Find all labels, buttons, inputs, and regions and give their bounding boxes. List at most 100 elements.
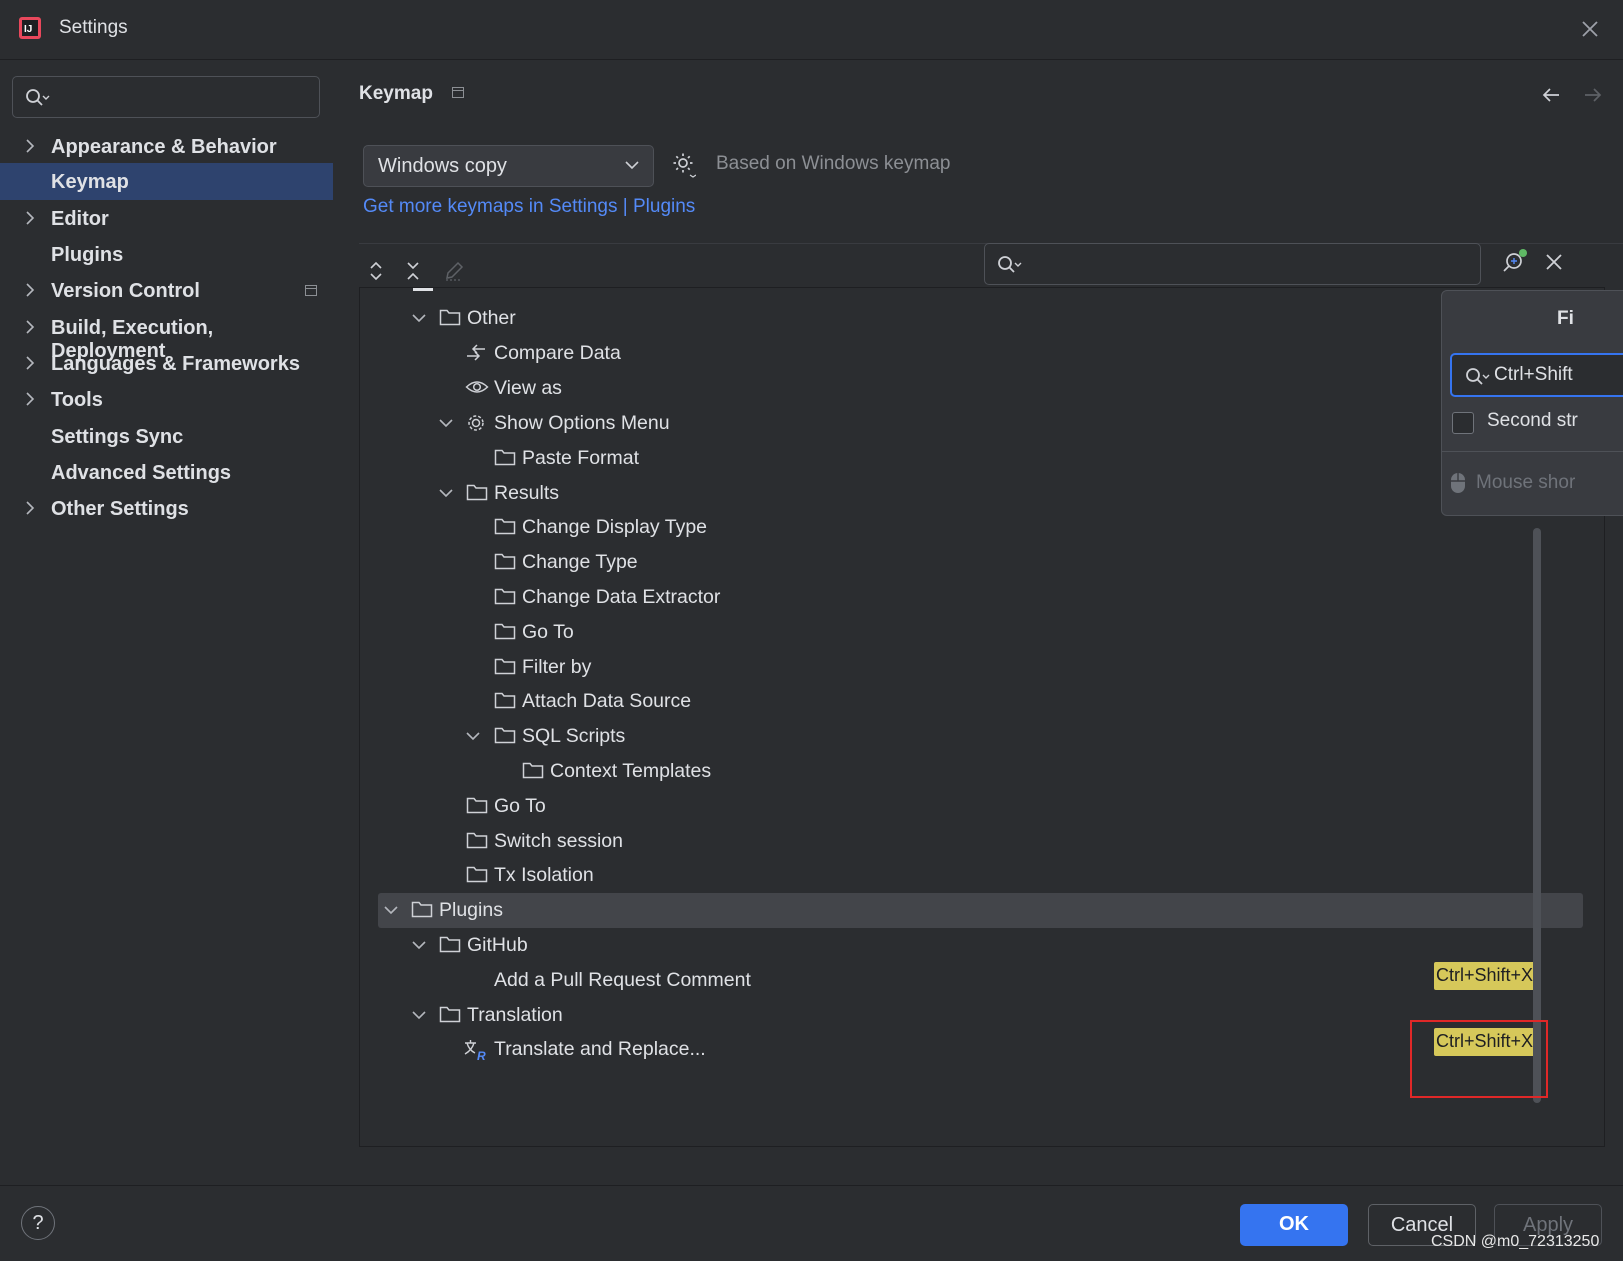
search-icon [26, 89, 50, 106]
project-settings-icon [452, 87, 464, 98]
search-icon [998, 256, 1022, 273]
folder-icon [411, 901, 433, 918]
tree-row[interactable]: Results [360, 476, 1604, 511]
sidebar-item-plugins[interactable]: Plugins [0, 236, 333, 273]
tree-row-label: Results [494, 482, 560, 504]
folder-icon [439, 1006, 461, 1023]
tree-row-label: GitHub [467, 934, 528, 956]
tree-row-label: Change Data Extractor [522, 586, 721, 608]
search-icon [1466, 368, 1490, 385]
chevron-down-icon[interactable] [384, 905, 398, 915]
tree-row[interactable]: Show Options Menu [360, 406, 1604, 441]
sidebar-item-version-control[interactable]: Version Control [0, 272, 333, 309]
tree-row[interactable]: Other [360, 301, 1604, 336]
tree-row[interactable]: Add a Pull Request Comment Ctrl+Shift+X [360, 962, 1604, 998]
tree-row-label: Attach Data Source [522, 690, 692, 712]
sidebar-item-languages-frameworks[interactable]: Languages & Frameworks [0, 345, 333, 382]
based-on-text: Based on Windows keymap [716, 153, 951, 174]
tree-row[interactable]: SQL Scripts [360, 719, 1604, 754]
folder-icon [494, 727, 516, 744]
tree-row-label: Change Display Type [522, 516, 708, 538]
translate-icon: R [464, 1040, 486, 1061]
tree-row-label: Show Options Menu [494, 412, 670, 434]
chevron-down-icon[interactable] [412, 1010, 426, 1020]
chevron-down-icon[interactable] [439, 488, 453, 498]
annotation-highlight-box [1410, 1020, 1548, 1098]
chevron-down-icon[interactable] [439, 418, 453, 428]
sidebar-item-other-settings[interactable]: Other Settings [0, 490, 333, 527]
chevron-right-icon[interactable] [25, 283, 35, 297]
edit-shortcut-icon[interactable] [443, 260, 465, 282]
sidebar-item-settings-sync[interactable]: Settings Sync [0, 418, 333, 455]
tree-row-label: Paste Format [522, 447, 640, 469]
tree-row[interactable]: Go To [360, 615, 1604, 650]
tree-row-selected[interactable]: Plugins [378, 893, 1583, 928]
partial-row-icon [413, 288, 433, 291]
tree-row-label: Translation [467, 1004, 563, 1026]
tree-row[interactable]: Go To [360, 789, 1604, 824]
chevron-down-icon[interactable] [412, 940, 426, 950]
chevron-right-icon[interactable] [25, 320, 35, 334]
close-icon[interactable] [1544, 252, 1564, 272]
folder-icon [494, 449, 516, 466]
sidebar-item-label: Settings Sync [51, 426, 184, 448]
divider [1442, 451, 1623, 452]
folder-icon [439, 936, 461, 953]
tree-row[interactable]: Compare Data [360, 336, 1604, 371]
chevron-right-icon[interactable] [25, 139, 35, 153]
chevron-right-icon[interactable] [25, 501, 35, 515]
action-search-input[interactable] [984, 243, 1481, 285]
tree-row[interactable]: Context Templates [360, 754, 1604, 789]
find-by-shortcut-icon[interactable] [1502, 248, 1528, 276]
tree-row[interactable]: Tx Isolation [360, 858, 1604, 893]
tree-row[interactable]: View as [360, 371, 1604, 406]
tree-row[interactable]: Change Display Type [360, 510, 1604, 545]
chevron-down-icon[interactable] [466, 731, 480, 741]
tree-row[interactable]: Paste Format [360, 441, 1604, 476]
second-stroke-checkbox[interactable] [1452, 412, 1474, 434]
page-title: Keymap [359, 83, 433, 104]
chevron-right-icon[interactable] [25, 211, 35, 225]
shortcut-input[interactable]: Ctrl+Shift [1450, 353, 1623, 397]
sidebar-item-appearance-behavior[interactable]: Appearance & Behavior [0, 128, 333, 165]
sidebar-item-build-execution-deployment[interactable]: Build, Execution, Deployment [0, 309, 333, 362]
tree-scrollbar[interactable] [1533, 528, 1541, 1103]
help-button[interactable]: ? [21, 1206, 55, 1240]
forward-arrow-icon[interactable] [1583, 87, 1603, 103]
expand-all-icon[interactable] [369, 260, 383, 282]
tree-row-label: Change Type [522, 551, 638, 573]
sidebar-search-input[interactable] [12, 76, 320, 118]
tree-row[interactable]: Attach Data Source [360, 684, 1604, 719]
close-icon[interactable] [1579, 18, 1601, 40]
get-more-keymaps-link[interactable]: Get more keymaps in Settings | Plugins [363, 196, 695, 218]
find-shortcut-popup: Fi Ctrl+Shift Second str Mouse shor [1441, 290, 1623, 516]
tree-row[interactable]: GitHub [360, 928, 1604, 963]
title-bar: IJ Settings [0, 0, 1623, 60]
tree-row[interactable]: Change Type [360, 545, 1604, 580]
tree-row[interactable]: Switch session [360, 824, 1604, 859]
back-arrow-icon[interactable] [1541, 87, 1561, 103]
sidebar-item-label: Plugins [51, 244, 124, 266]
keymap-dropdown[interactable]: Windows copy [363, 145, 654, 187]
project-settings-icon [305, 285, 317, 296]
tree-row[interactable]: Filter by [360, 650, 1604, 685]
folder-icon [466, 832, 488, 849]
gear-icon[interactable] [672, 152, 696, 178]
mouse-shortcut-label[interactable]: Mouse shor [1476, 472, 1575, 494]
sidebar-item-keymap[interactable]: Keymap [0, 163, 333, 200]
sidebar-item-advanced-settings[interactable]: Advanced Settings [0, 454, 333, 491]
chevron-right-icon[interactable] [25, 356, 35, 370]
sidebar-item-label: Other Settings [51, 498, 189, 520]
folder-icon [466, 484, 488, 501]
collapse-all-icon[interactable] [406, 260, 420, 282]
chevron-right-icon[interactable] [25, 392, 35, 406]
chevron-down-icon[interactable] [412, 313, 426, 323]
sidebar-item-editor[interactable]: Editor [0, 200, 333, 237]
sidebar-item-label: Languages & Frameworks [51, 353, 300, 375]
sidebar-item-tools[interactable]: Tools [0, 381, 333, 418]
ok-button[interactable]: OK [1240, 1204, 1348, 1246]
tree-row[interactable]: Change Data Extractor [360, 580, 1604, 615]
shortcut-badge: Ctrl+Shift+X [1434, 962, 1536, 990]
tree-row-label: Go To [522, 621, 574, 643]
keymap-dropdown-value: Windows copy [378, 155, 507, 177]
